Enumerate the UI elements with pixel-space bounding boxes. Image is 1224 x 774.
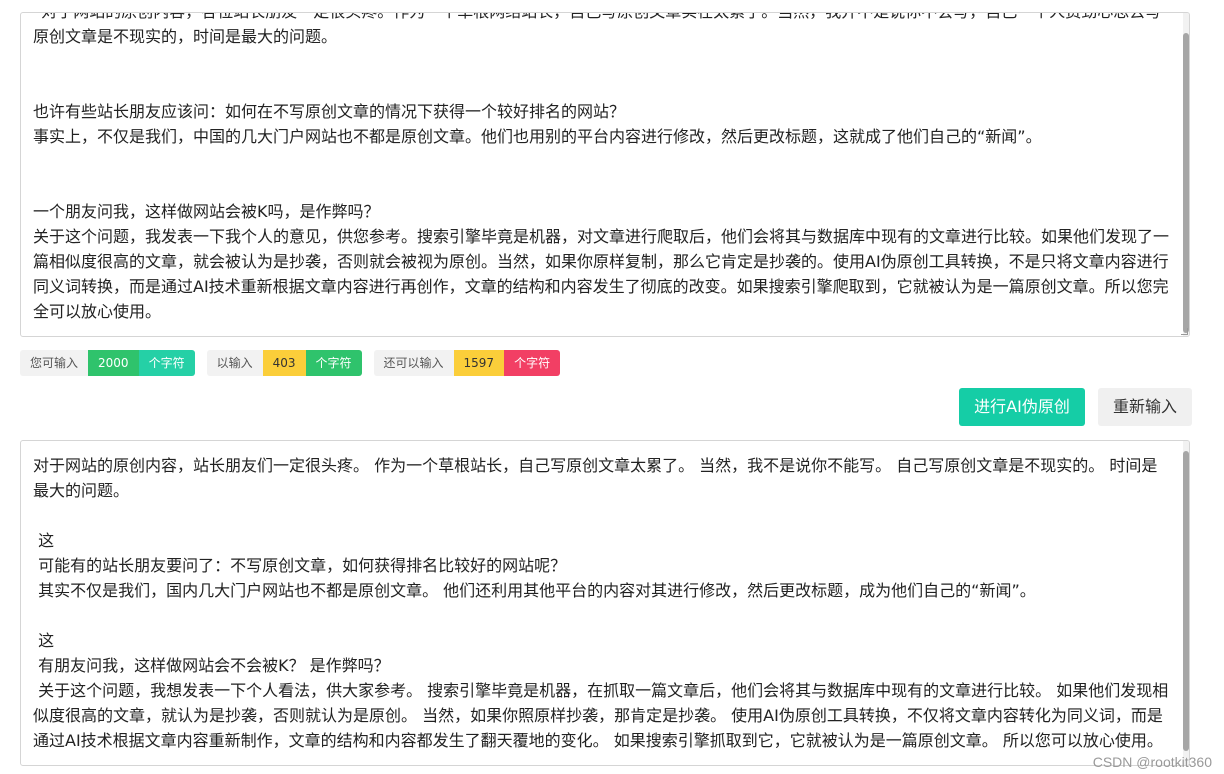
counter-used-unit: 个字符 <box>305 350 362 376</box>
character-counters: 您可输入 2000 个字符 以输入 403 个字符 还可以输入 1597 个字符 <box>20 350 561 376</box>
output-paragraph: 这 <box>33 531 55 550</box>
output-paragraph: 有朋友问我，这样做网站会不会被K？ 是作弊吗？ <box>33 656 390 675</box>
result-text-output[interactable]: 对于网站的原创内容，站长朋友们一定很头疼。 作为一个草根站长，自己写原创文章太累… <box>20 440 1190 766</box>
output-paragraph: 对于网站的原创内容，站长朋友们一定很头疼。 作为一个草根站长，自己写原创文章太累… <box>33 456 1158 500</box>
counter-max-label: 您可输入 <box>20 350 89 376</box>
counter-remaining-label: 还可以输入 <box>373 350 454 376</box>
output-paragraph <box>33 503 1169 528</box>
input-scrollbar-thumb[interactable] <box>1183 33 1189 333</box>
result-text-content: 对于网站的原创内容，站长朋友们一定很头疼。 作为一个草根站长，自己写原创文章太累… <box>33 453 1169 753</box>
output-paragraph: 其实不仅是我们，国内几大门户网站也不都是原创文章。 他们还利用其他平台的内容对其… <box>33 581 1036 600</box>
input-resize-handle[interactable] <box>1181 328 1188 335</box>
counter-max: 您可输入 2000 个字符 <box>20 350 195 376</box>
input-paragraph: 一个朋友问我，这样做网站会被K吗，是作弊吗？ <box>33 202 380 221</box>
input-paragraph <box>33 49 1169 74</box>
input-paragraph <box>33 149 1169 174</box>
source-text-content: “对于网站的原创内容，各位站长朋友一定很头疼。作为一个草根网络站长，自己写原创文… <box>33 13 1170 324</box>
counter-max-unit: 个字符 <box>138 350 195 376</box>
input-paragraph <box>33 74 1169 99</box>
input-paragraph <box>33 174 1169 199</box>
watermark: CSDN @rootkit360 <box>1092 754 1212 770</box>
output-paragraph: 这 <box>33 631 55 650</box>
input-paragraph: “对于网站的原创内容，各位站长朋友一定很头疼。作为一个草根网络站长，自己写原创文… <box>33 13 1161 46</box>
reset-input-button[interactable]: 重新输入 <box>1098 388 1192 426</box>
counter-remaining: 还可以输入 1597 个字符 <box>373 350 561 376</box>
counter-remaining-unit: 个字符 <box>504 350 561 376</box>
output-scrollbar[interactable] <box>1183 441 1189 765</box>
input-paragraph: 关于这个问题，我发表一下我个人的意见，供您参考。搜索引擎毕竟是机器，对文章进行爬… <box>33 227 1170 321</box>
output-scrollbar-thumb[interactable] <box>1183 451 1189 751</box>
ai-rewrite-button[interactable]: 进行AI伪原创 <box>959 388 1085 426</box>
input-paragraph: 也许有些站长朋友应该问：如何在不写原创文章的情况下获得一个较好排名的网站？ <box>33 102 626 121</box>
input-paragraph: 事实上，不仅是我们，中国的几大门户网站也不都是原创文章。他们也用别的平台内容进行… <box>33 127 1042 146</box>
input-scrollbar[interactable] <box>1183 13 1189 336</box>
counter-max-value: 2000 <box>88 350 139 376</box>
counter-used: 以输入 403 个字符 <box>206 350 362 376</box>
output-paragraph: 关于这个问题，我想发表一下个人看法，供大家参考。 搜索引擎毕竟是机器，在抓取一篇… <box>33 681 1169 750</box>
output-paragraph: 可能有的站长朋友要问了：不写原创文章，如何获得排名比较好的网站呢？ <box>33 556 567 575</box>
counter-used-value: 403 <box>262 350 306 376</box>
output-paragraph <box>33 603 1169 628</box>
counter-used-label: 以输入 <box>206 350 263 376</box>
counter-remaining-value: 1597 <box>453 350 505 376</box>
source-text-input[interactable]: “对于网站的原创内容，各位站长朋友一定很头疼。作为一个草根网络站长，自己写原创文… <box>20 12 1190 337</box>
